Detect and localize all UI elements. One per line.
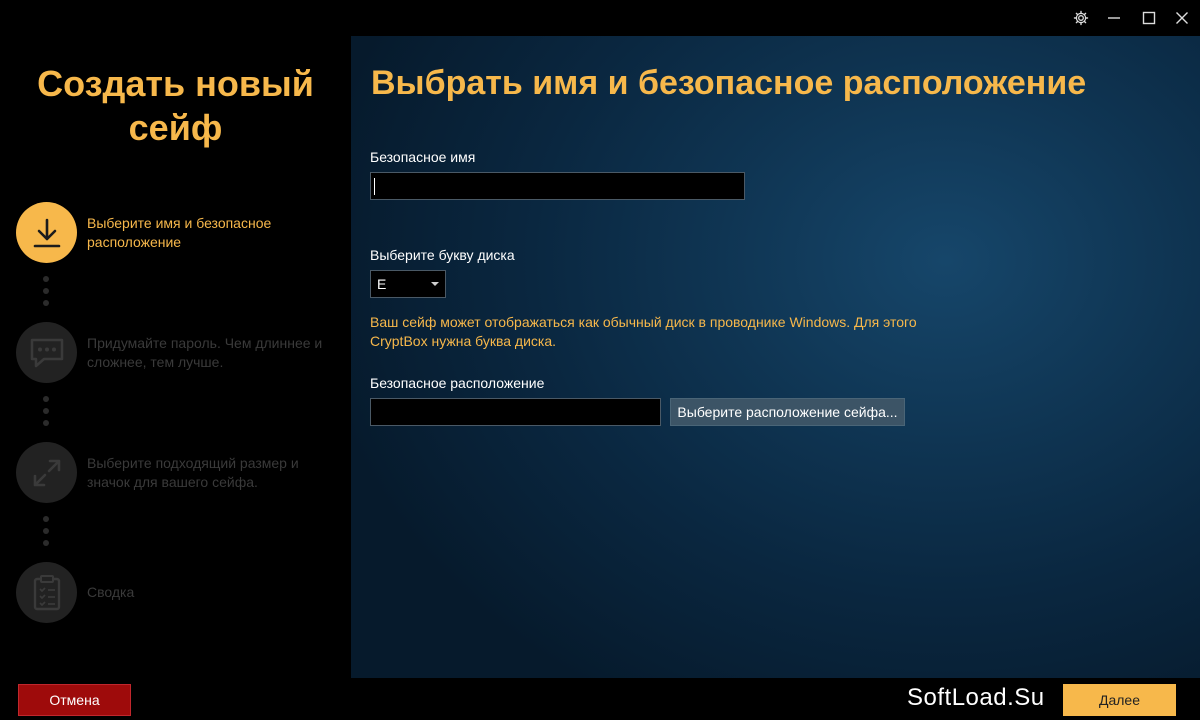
minimize-icon[interactable]	[1102, 6, 1126, 30]
gear-icon[interactable]	[1069, 6, 1093, 30]
drive-letter-note: Ваш сейф может отображаться как обычный …	[370, 314, 917, 349]
step-choose-name[interactable]: Выберите имя и безопасное расположение	[16, 202, 346, 264]
step-summary[interactable]: Сводка	[16, 562, 346, 624]
main-panel: Выбрать имя и безопасное расположение Бе…	[351, 36, 1200, 678]
step-label: Придумайте пароль. Чем длиннее и сложнее…	[87, 335, 323, 370]
drive-letter-select[interactable]: E	[370, 270, 446, 298]
safe-name-input[interactable]	[370, 172, 745, 200]
sidebar-title: Создать новый сейф	[37, 63, 314, 148]
text-caret	[374, 178, 375, 195]
footer-bar: Отмена SoftLoad.Su Далее	[0, 678, 1200, 720]
close-icon[interactable]	[1170, 6, 1194, 30]
chevron-down-icon	[431, 282, 439, 286]
step-connector	[43, 396, 49, 432]
chat-icon	[16, 322, 77, 383]
title-bar	[0, 0, 1200, 36]
drive-letter-value: E	[377, 276, 387, 292]
step-label: Сводка	[87, 584, 135, 600]
step-connector	[43, 276, 49, 312]
download-icon	[16, 202, 77, 263]
maximize-icon[interactable]	[1137, 6, 1161, 30]
watermark: SoftLoad.Su	[907, 684, 1045, 711]
location-input[interactable]	[370, 398, 661, 426]
location-label: Безопасное расположение	[370, 375, 545, 391]
wizard-sidebar: Создать новый сейф Выберите имя и безопа…	[0, 36, 351, 678]
drive-letter-label: Выберите букву диска	[370, 247, 515, 263]
step-label: Выберите имя и безопасное расположение	[87, 215, 272, 250]
step-label: Выберите подходящий размер и значок для …	[87, 455, 299, 490]
step-size-icon[interactable]: Выберите подходящий размер и значок для …	[16, 442, 346, 504]
next-button[interactable]: Далее	[1063, 684, 1176, 716]
clipboard-icon	[16, 562, 77, 623]
step-password[interactable]: Придумайте пароль. Чем длиннее и сложнее…	[16, 322, 346, 384]
safe-name-label: Безопасное имя	[370, 149, 476, 165]
cancel-button[interactable]: Отмена	[18, 684, 131, 716]
step-connector	[43, 516, 49, 552]
resize-icon	[16, 442, 77, 503]
page-title: Выбрать имя и безопасное расположение	[371, 64, 1087, 102]
browse-location-button[interactable]: Выберите расположение сейфа...	[670, 398, 905, 426]
